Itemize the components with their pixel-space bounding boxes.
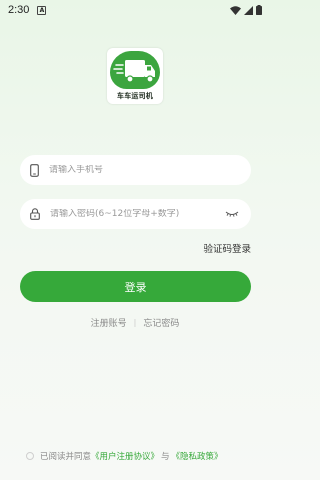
logo-badge	[110, 51, 160, 89]
phone-field[interactable]	[20, 155, 251, 185]
logo-text: 车车运司机	[117, 92, 153, 100]
app-logo: 车车运司机	[107, 48, 163, 104]
privacy-policy-link[interactable]: 《隐私政策》	[172, 450, 223, 462]
user-agreement-link[interactable]: 《用户注册协议》	[91, 450, 159, 462]
links-divider: |	[133, 318, 137, 327]
password-input[interactable]	[50, 209, 225, 219]
phone-icon	[30, 163, 39, 177]
password-field[interactable]	[20, 199, 251, 229]
agreement-and: 与	[161, 452, 170, 462]
register-link[interactable]: 注册账号	[91, 316, 127, 329]
phone-input[interactable]	[49, 165, 239, 175]
account-links: 注册账号 | 忘记密码	[0, 316, 270, 329]
status-icons	[230, 5, 262, 15]
wifi-icon	[230, 5, 241, 15]
agreement-row: 已阅读并同意 《用户注册协议》 与 《隐私政策》	[26, 450, 256, 462]
agreement-checkbox[interactable]	[26, 452, 34, 460]
login-button[interactable]: 登录	[20, 271, 251, 302]
battery-icon	[256, 5, 262, 15]
truck-icon	[113, 60, 155, 83]
lock-icon	[30, 208, 40, 220]
notification-icon: A	[37, 5, 47, 15]
status-time: 2:30	[8, 4, 30, 16]
signal-icon	[244, 5, 253, 15]
sms-login-link[interactable]: 验证码登录	[203, 241, 251, 255]
forgot-password-link[interactable]: 忘记密码	[143, 316, 179, 329]
eye-closed-icon[interactable]	[225, 211, 239, 217]
status-bar: 2:30 A	[0, 0, 270, 20]
agreement-prefix: 已阅读并同意	[40, 452, 92, 462]
